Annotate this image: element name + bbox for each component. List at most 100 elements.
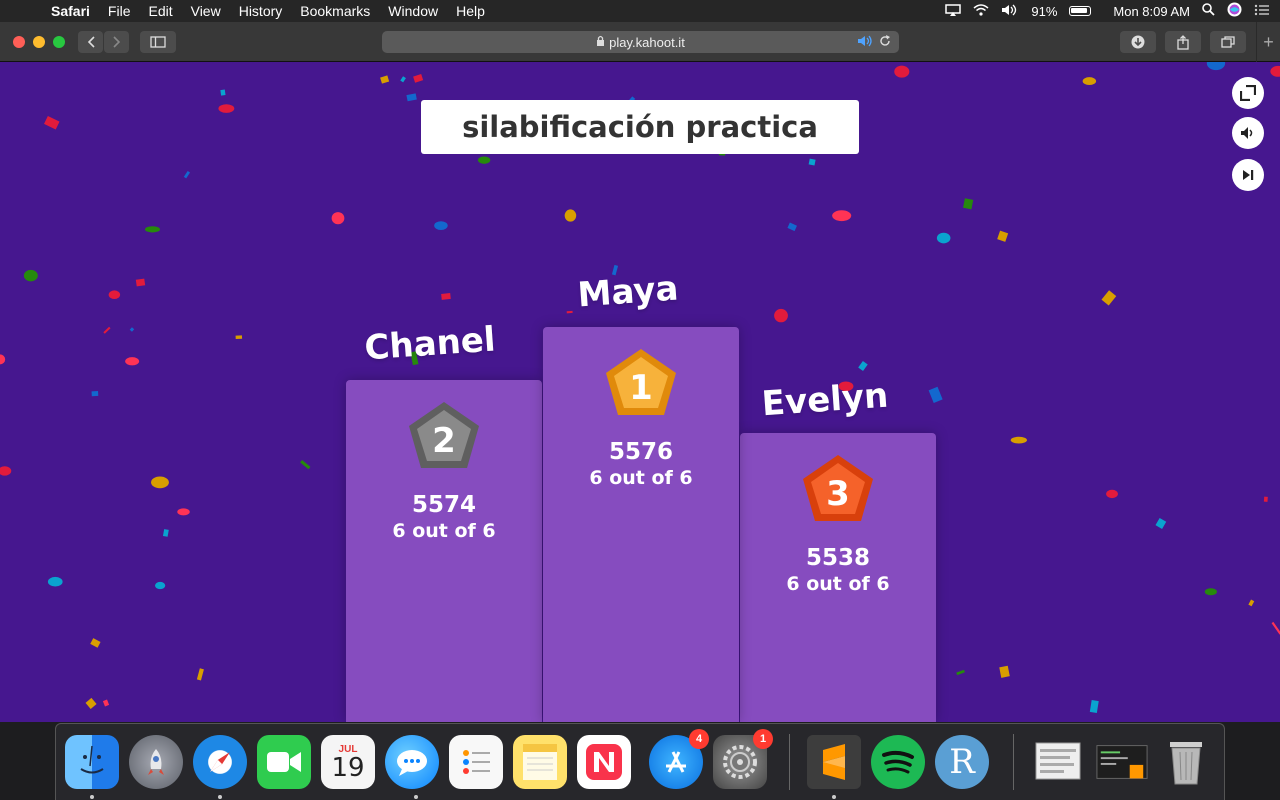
menu-help[interactable]: Help	[447, 0, 494, 22]
confetti-piece	[196, 668, 204, 681]
documents-stack-icon[interactable]	[1031, 735, 1085, 789]
chevron-left-icon	[87, 36, 95, 48]
close-window-button[interactable]	[13, 36, 25, 48]
medal-third-number: 3	[826, 474, 850, 514]
new-tab-button[interactable]: +	[1256, 22, 1280, 62]
app-store-badge: 4	[689, 729, 709, 749]
spotify-icon[interactable]	[871, 735, 925, 789]
calendar-icon[interactable]: JUL 19	[321, 735, 375, 789]
r-app-icon[interactable]: R	[935, 735, 989, 789]
confetti-piece	[300, 459, 311, 470]
confetti-piece	[177, 508, 190, 516]
menu-edit[interactable]: Edit	[139, 0, 181, 22]
sidebar-icon	[150, 36, 166, 48]
volume-icon	[1241, 127, 1253, 139]
confetti-piece	[1271, 621, 1280, 635]
safari-running-dot	[218, 795, 222, 799]
reminders-icon[interactable]	[449, 735, 503, 789]
confetti-piece	[1010, 436, 1027, 444]
medal-first-icon: 1	[602, 345, 680, 423]
fullscreen-button[interactable]	[1232, 77, 1264, 109]
quiz-title: silabificación practica	[421, 100, 859, 154]
confetti-piece	[0, 354, 6, 365]
downloads-stack-icon[interactable]	[1095, 735, 1149, 789]
confetti-piece	[997, 230, 1009, 242]
spotlight-search-icon[interactable]	[1202, 3, 1215, 19]
reload-icon[interactable]	[879, 34, 891, 50]
confetti-piece	[162, 529, 169, 537]
confetti-piece	[936, 232, 951, 244]
browser-toolbar: play.kahoot.it +	[0, 22, 1280, 62]
share-icon	[1177, 34, 1189, 50]
confetti-piece	[1206, 62, 1226, 71]
address-bar[interactable]: play.kahoot.it	[382, 31, 899, 53]
messages-running-dot	[414, 795, 418, 799]
sidebar-toggle-button[interactable]	[140, 31, 176, 53]
confetti-piece	[44, 115, 60, 130]
news-icon[interactable]	[577, 735, 631, 789]
app-store-icon[interactable]: 4	[649, 729, 709, 789]
forward-button[interactable]	[104, 31, 129, 53]
menu-window[interactable]: Window	[379, 0, 447, 22]
trash-icon[interactable]	[1159, 735, 1213, 789]
score-second: 5574	[411, 492, 476, 518]
minimize-window-button[interactable]	[33, 36, 45, 48]
downloads-button[interactable]	[1120, 31, 1156, 53]
calendar-day: 19	[331, 752, 365, 783]
notification-center-icon[interactable]	[1254, 4, 1270, 19]
finder-running-dot	[90, 795, 94, 799]
finder-icon[interactable]	[65, 735, 119, 789]
confetti-piece	[23, 269, 38, 282]
menu-history[interactable]: History	[230, 0, 292, 22]
confetti-piece	[151, 476, 169, 489]
confetti-piece	[963, 198, 974, 210]
confetti-piece	[956, 669, 965, 676]
airplay-icon[interactable]	[945, 3, 962, 19]
confetti-piece	[787, 222, 797, 232]
dock-separator-2	[1013, 734, 1014, 790]
sublime-text-icon[interactable]	[807, 735, 861, 789]
podium-first: 1 5576 6 out of 6	[543, 327, 739, 722]
menu-app-safari[interactable]: Safari	[42, 0, 99, 22]
confetti-piece	[218, 104, 235, 113]
siri-icon[interactable]	[1227, 2, 1242, 20]
menu-bookmarks[interactable]: Bookmarks	[291, 0, 379, 22]
confetti-piece	[774, 308, 788, 323]
volume-menu-icon[interactable]	[1001, 4, 1019, 19]
medal-second-icon: 2	[405, 398, 483, 476]
battery-percent: 91%	[1031, 3, 1058, 19]
notes-icon[interactable]	[513, 735, 567, 789]
confetti-piece	[331, 212, 345, 225]
correct-count-second: 6 out of 6	[392, 520, 496, 542]
medal-second-number: 2	[432, 421, 456, 461]
wifi-icon[interactable]	[973, 3, 989, 19]
share-button[interactable]	[1165, 31, 1201, 53]
battery-icon[interactable]	[1069, 6, 1092, 16]
kahoot-podium-page: silabificación practica Chanel Maya Evel…	[0, 62, 1280, 722]
menu-clock[interactable]: Mon 8:09 AM	[1113, 4, 1190, 19]
facetime-icon[interactable]	[257, 735, 311, 789]
sublime-running-dot	[832, 795, 836, 799]
sound-button[interactable]	[1232, 117, 1264, 149]
confetti-piece	[1270, 65, 1280, 77]
safari-dock-icon[interactable]	[193, 735, 247, 789]
launchpad-icon[interactable]	[129, 735, 183, 789]
confetti-piece	[235, 335, 243, 340]
menu-file[interactable]: File	[99, 0, 140, 22]
correct-count-first: 6 out of 6	[589, 467, 693, 489]
confetti-piece	[0, 466, 12, 476]
back-button[interactable]	[78, 31, 103, 53]
system-preferences-icon[interactable]: 1	[713, 729, 773, 789]
skip-button[interactable]	[1232, 159, 1264, 191]
medal-third-icon: 3	[799, 451, 877, 529]
audio-playing-icon[interactable]	[857, 35, 873, 50]
messages-icon[interactable]	[385, 735, 439, 789]
confetti-piece	[808, 158, 816, 166]
confetti-piece	[155, 581, 166, 590]
zoom-window-button[interactable]	[53, 36, 65, 48]
confetti-piece	[380, 75, 390, 84]
tab-overview-button[interactable]	[1210, 31, 1246, 53]
confetti-piece	[108, 290, 121, 300]
correct-count-third: 6 out of 6	[786, 573, 890, 595]
menu-view[interactable]: View	[182, 0, 230, 22]
